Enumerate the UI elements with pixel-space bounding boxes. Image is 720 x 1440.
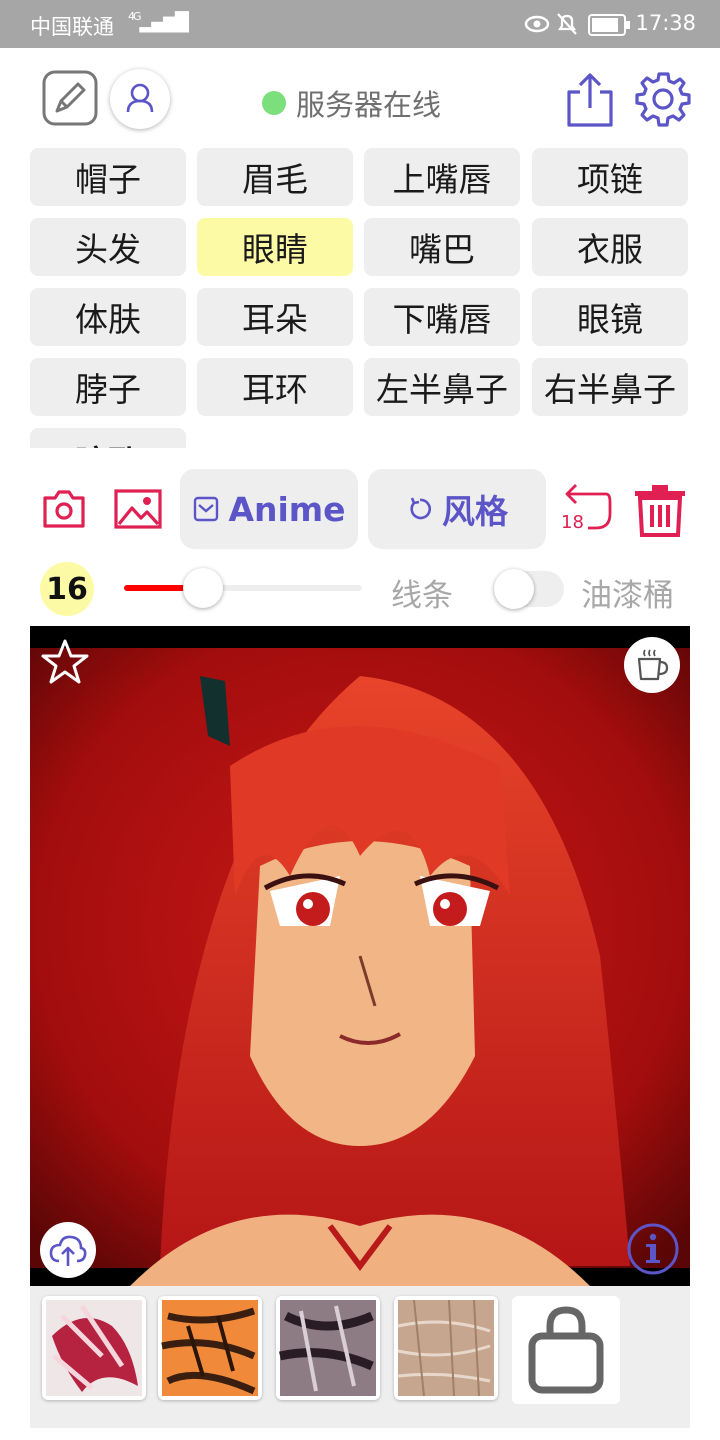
style-swatch-image (279, 1300, 376, 1396)
cloud-upload-icon (49, 1235, 87, 1266)
tag-upper-lip[interactable]: 上嘴唇 (364, 148, 520, 206)
anime-model-button[interactable]: Anime (180, 469, 358, 549)
style-thumbnail-3[interactable] (276, 1296, 380, 1400)
user-button[interactable] (110, 69, 170, 129)
style-thumbnail-1[interactable] (42, 1296, 146, 1400)
status-bar: 中国联通 4G▂▄▆█ 17:38 (0, 0, 720, 48)
style-swatch-image (397, 1299, 494, 1397)
shopping-bag-icon (528, 1306, 604, 1394)
tag-label: 上嘴唇 (392, 160, 492, 199)
server-status: 服务器在线 (262, 82, 441, 124)
tag-label: 下嘴唇 (392, 300, 492, 339)
tag-label: 头发 (75, 230, 141, 269)
style-thumbnail-2[interactable] (158, 1296, 262, 1400)
tag-label: 耳朵 (242, 300, 308, 339)
tag-hair[interactable]: 头发 (30, 218, 186, 276)
settings-gear-icon[interactable] (634, 70, 692, 128)
coffee-button[interactable] (624, 637, 680, 693)
undo-button[interactable]: 18 (558, 480, 614, 536)
tag-skin[interactable]: 体肤 (30, 288, 186, 346)
style-swatch-image (161, 1300, 258, 1396)
tag-label: 项链 (577, 160, 643, 199)
tag-lower-lip[interactable]: 下嘴唇 (364, 288, 520, 346)
edit-icon[interactable] (42, 70, 98, 126)
coffee-icon (637, 649, 669, 681)
checkbox-icon (194, 496, 219, 522)
part-tag-grid: 帽子 眉毛 上嘴唇 项链 头发 眼睛 嘴巴 衣服 体肤 耳朵 下嘴唇 眼镜 脖子… (0, 140, 720, 448)
carrier-name: 中国联通 (30, 15, 114, 39)
camera-icon[interactable] (42, 488, 86, 530)
info-icon[interactable] (626, 1222, 680, 1276)
online-dot (262, 91, 286, 115)
undo-count: 18 (561, 512, 584, 533)
tag-hat[interactable]: 帽子 (30, 148, 186, 206)
tag-label: 瞳孔 (75, 436, 141, 448)
tag-clothes[interactable]: 衣服 (532, 218, 688, 276)
paint-bucket-switch-thumb[interactable] (494, 569, 534, 609)
trash-icon[interactable] (632, 482, 688, 538)
anime-portrait-image (30, 626, 690, 1286)
clock: 17:38 (635, 11, 696, 35)
tag-necklace[interactable]: 项链 (532, 148, 688, 206)
tag-label: 脖子 (75, 370, 141, 409)
tag-neck[interactable]: 脖子 (30, 358, 186, 416)
battery-icon (588, 14, 630, 36)
tag-label: 左半鼻子 (376, 370, 508, 409)
tag-label: 嘴巴 (409, 230, 475, 269)
tag-mouth[interactable]: 嘴巴 (364, 218, 520, 276)
user-icon (126, 83, 154, 113)
drawing-canvas[interactable] (30, 626, 690, 1286)
style-swatch-image (46, 1300, 142, 1396)
signal-icon: 4G▂▄▆█ (128, 10, 189, 33)
tag-label: 衣服 (577, 230, 643, 269)
line-mode-label[interactable]: 线条 (391, 570, 453, 615)
image-icon[interactable] (114, 488, 162, 530)
brush-size-badge: 16 (40, 562, 94, 616)
upload-button[interactable] (40, 1222, 96, 1278)
tag-eyes[interactable]: 眼睛 (197, 218, 353, 276)
paint-bucket-label[interactable]: 油漆桶 (581, 570, 674, 615)
tag-left-nose[interactable]: 左半鼻子 (364, 358, 520, 416)
tag-label: 眼睛 (242, 230, 308, 269)
mute-icon (557, 13, 577, 35)
tag-label: 帽子 (75, 160, 141, 199)
tag-pupil[interactable]: 瞳孔 (30, 428, 186, 448)
server-status-label: 服务器在线 (296, 88, 442, 122)
tag-label: 眼镜 (577, 300, 643, 339)
tag-right-nose[interactable]: 右半鼻子 (532, 358, 688, 416)
tag-label: 体肤 (75, 300, 141, 339)
tag-label: 右半鼻子 (544, 370, 676, 409)
style-thumbnail-4[interactable] (394, 1296, 498, 1400)
brush-slider-thumb[interactable] (182, 568, 223, 608)
style-label: 风格 (442, 492, 508, 531)
tag-earrings[interactable]: 耳环 (197, 358, 353, 416)
style-shop-button[interactable] (512, 1296, 620, 1404)
star-icon[interactable] (40, 638, 90, 686)
style-button[interactable]: 风格 (368, 469, 546, 549)
tag-eyebrows[interactable]: 眉毛 (197, 148, 353, 206)
eye-icon (524, 15, 550, 33)
tag-ears[interactable]: 耳朵 (197, 288, 353, 346)
tag-label: 眉毛 (242, 160, 308, 199)
anime-label: Anime (228, 489, 346, 529)
refresh-icon (410, 497, 432, 520)
tag-glasses[interactable]: 眼镜 (532, 288, 688, 346)
share-icon[interactable] (564, 72, 616, 128)
tag-label: 耳环 (242, 370, 308, 409)
